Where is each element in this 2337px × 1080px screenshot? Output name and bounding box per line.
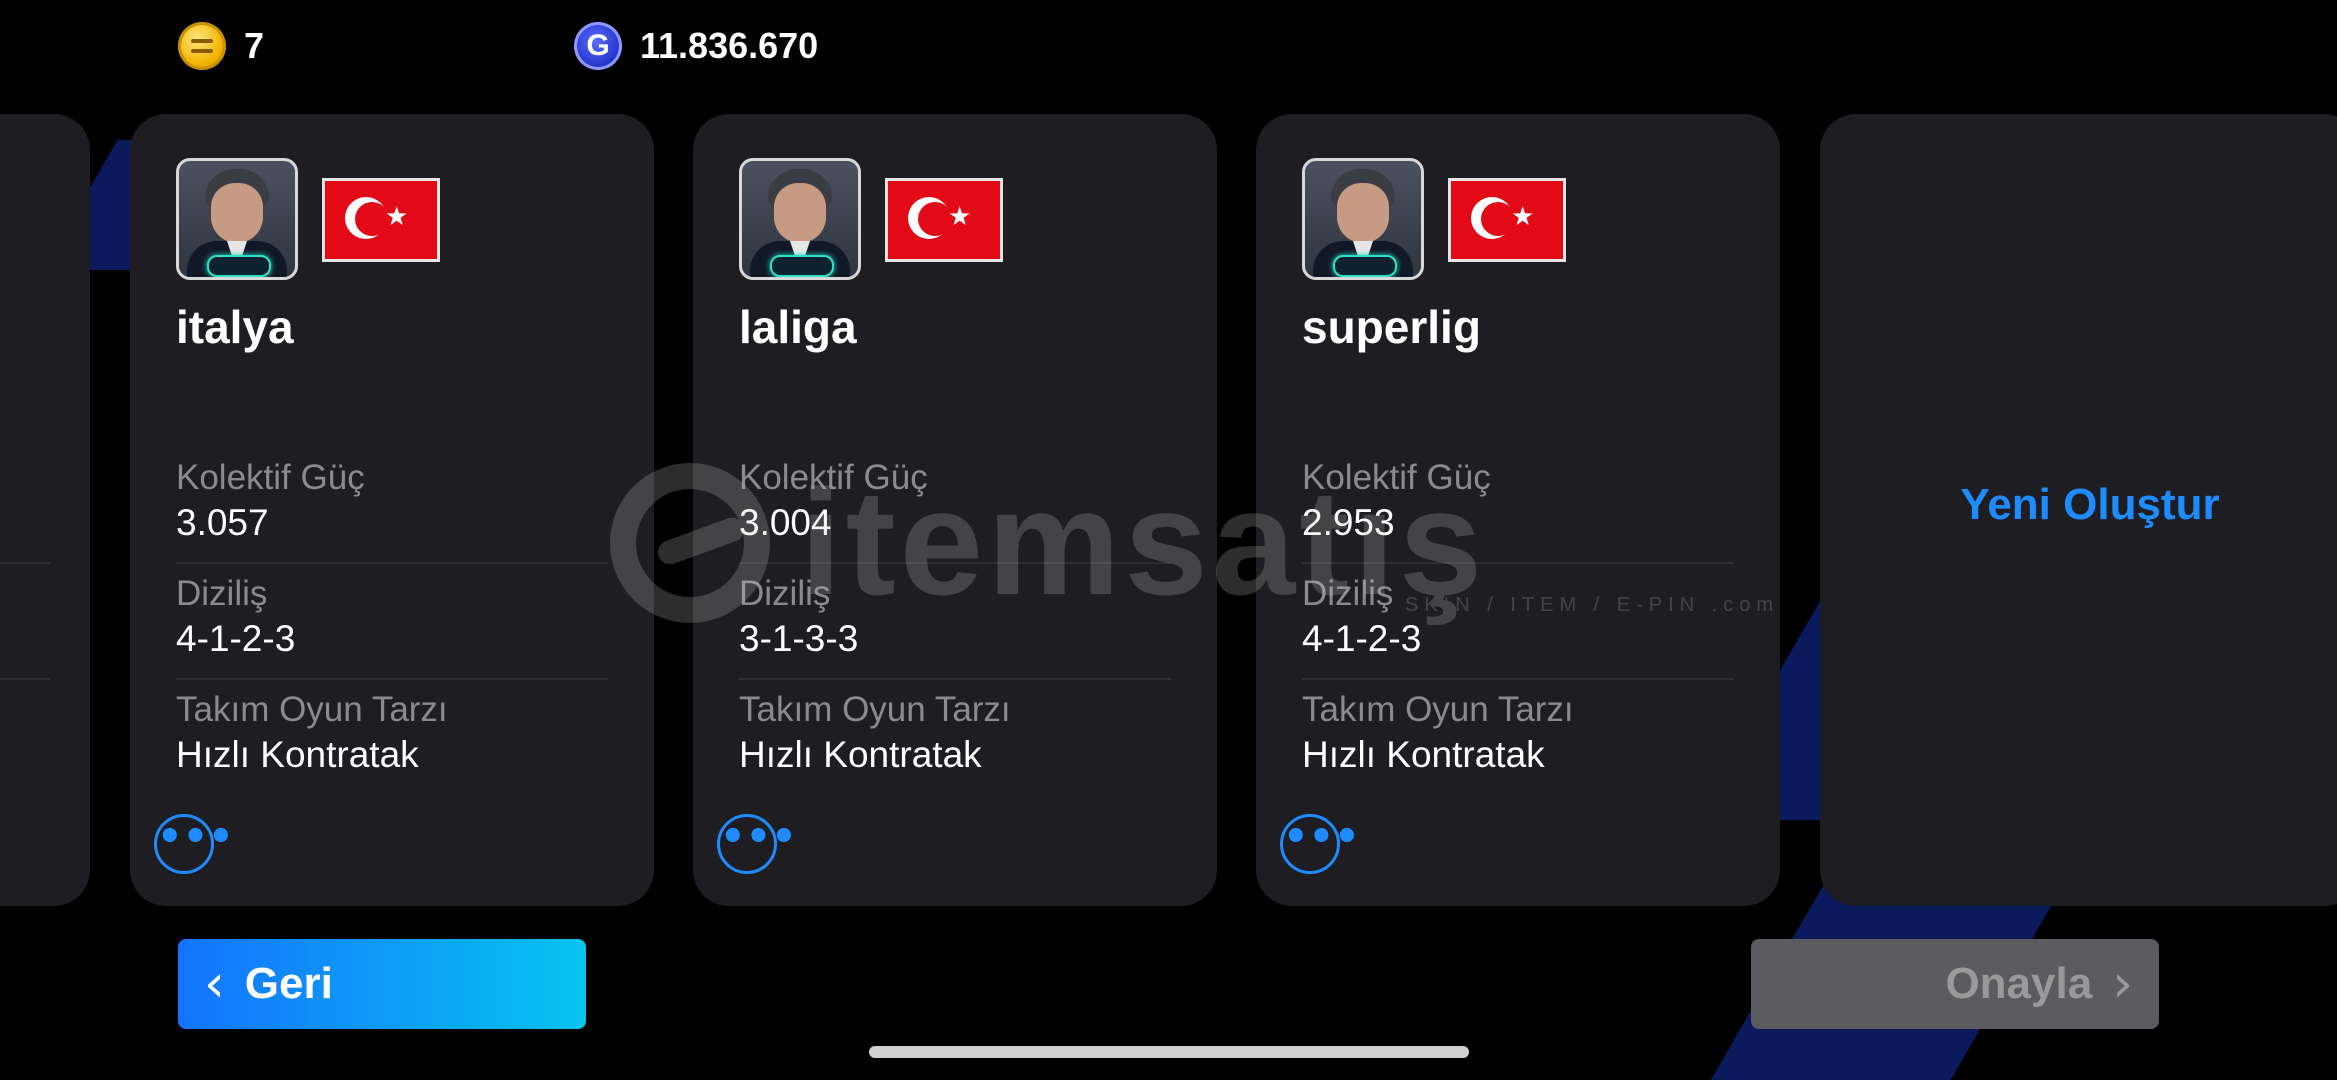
- stat-label: Kolektif Güç: [739, 458, 928, 497]
- divider: [1302, 678, 1734, 680]
- stat-label: Diziliş: [739, 574, 831, 613]
- team-name: laliga: [739, 301, 857, 353]
- stat-value: 3-1-3-3: [739, 618, 859, 659]
- stat-value: 4-1-2-3: [176, 618, 296, 659]
- stat-collective-power: Kolektif Güç 3.004: [739, 458, 1171, 544]
- stat-value: Hızlı Kontratak: [176, 734, 419, 775]
- more-options-icon[interactable]: •••: [1280, 814, 1360, 874]
- chevron-left-icon: ‹: [204, 954, 225, 1014]
- more-options-icon[interactable]: •••: [717, 814, 797, 874]
- stat-play-style: Takım Oyun Tarzı Hızlı Kontratak: [739, 690, 1171, 776]
- stat-collective-power: Kolektif Güç 2.953: [1302, 458, 1734, 544]
- home-indicator[interactable]: [869, 1046, 1469, 1058]
- stat-formation: Diziliş 4-1-2-3: [176, 574, 608, 660]
- team-card-partial[interactable]: [0, 114, 90, 906]
- stat-label: Kolektif Güç: [1302, 458, 1491, 497]
- confirm-button[interactable]: Onayla ›: [1751, 939, 2159, 1029]
- divider: [176, 678, 608, 680]
- turkey-flag-icon: ★: [322, 178, 440, 262]
- turkey-flag-icon: ★: [885, 178, 1003, 262]
- divider: [739, 678, 1171, 680]
- stat-label: Takım Oyun Tarzı: [739, 690, 1011, 729]
- stat-label: Takım Oyun Tarzı: [176, 690, 448, 729]
- stat-value: 2.953: [1302, 502, 1395, 543]
- stat-play-style: Takım Oyun Tarzı Hızlı Kontratak: [176, 690, 608, 776]
- stat-label: Takım Oyun Tarzı: [1302, 690, 1574, 729]
- create-new-label: Yeni Oluştur: [1960, 480, 2220, 529]
- divider: [0, 678, 50, 680]
- divider: [739, 562, 1171, 564]
- stat-value: 3.057: [176, 502, 269, 543]
- gp-coin-icon: G: [574, 22, 622, 70]
- gp-amount: 11.836.670: [640, 25, 819, 66]
- divider: [0, 562, 50, 564]
- back-button-label: Geri: [244, 959, 333, 1008]
- stat-value: 4-1-2-3: [1302, 618, 1422, 659]
- manager-avatar: [739, 158, 861, 280]
- team-card-laliga[interactable]: ★ laliga Kolektif Güç 3.004 Diziliş 3-1-…: [693, 114, 1217, 906]
- team-card-italya[interactable]: ★ italya Kolektif Güç 3.057 Diziliş 4-1-…: [130, 114, 654, 906]
- stat-formation: Diziliş 4-1-2-3: [1302, 574, 1734, 660]
- more-options-icon[interactable]: •••: [154, 814, 234, 874]
- team-card-superlig[interactable]: ★ superlig Kolektif Güç 2.953 Diziliş 4-…: [1256, 114, 1780, 906]
- stat-label: Diziliş: [1302, 574, 1394, 613]
- turkey-flag-icon: ★: [1448, 178, 1566, 262]
- ecoin-balance: 7: [178, 18, 264, 74]
- chevron-right-icon: ›: [2112, 954, 2133, 1014]
- team-name: superlig: [1302, 301, 1481, 353]
- back-button[interactable]: ‹ Geri: [178, 939, 586, 1029]
- ecoin-amount: 7: [244, 25, 265, 66]
- stat-label: Kolektif Güç: [176, 458, 365, 497]
- stat-value: Hızlı Kontratak: [739, 734, 982, 775]
- stat-play-style: Takım Oyun Tarzı Hızlı Kontratak: [1302, 690, 1734, 776]
- e-coin-icon: [178, 22, 226, 70]
- divider: [1302, 562, 1734, 564]
- gp-balance: G 11.836.670: [574, 18, 818, 74]
- team-name: italya: [176, 301, 294, 353]
- create-new-card[interactable]: Yeni Oluştur: [1820, 114, 2337, 906]
- divider: [176, 562, 608, 564]
- stat-collective-power: Kolektif Güç 3.057: [176, 458, 608, 544]
- stat-label: Diziliş: [176, 574, 268, 613]
- confirm-button-label: Onayla: [1945, 959, 2093, 1008]
- stat-formation: Diziliş 3-1-3-3: [739, 574, 1171, 660]
- stat-value: Hızlı Kontratak: [1302, 734, 1545, 775]
- manager-avatar: [1302, 158, 1424, 280]
- manager-avatar: [176, 158, 298, 280]
- stat-value: 3.004: [739, 502, 832, 543]
